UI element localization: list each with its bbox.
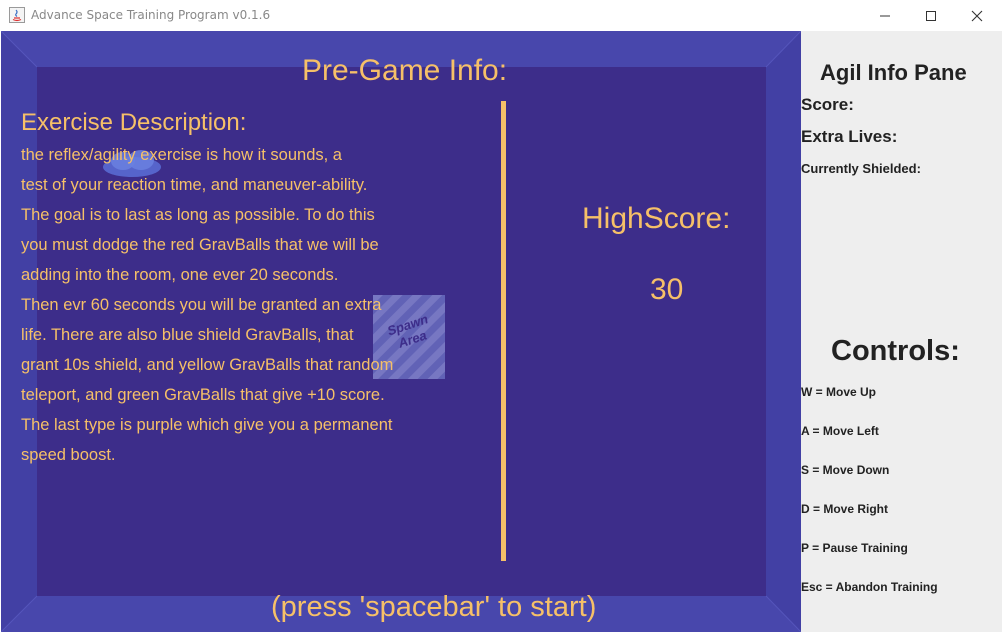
control-move-up: W = Move Up	[801, 385, 877, 399]
close-icon	[971, 10, 983, 21]
description-line: the reflex/agility exercise is how it so…	[21, 146, 342, 164]
control-move-down: S = Move Down	[801, 463, 890, 477]
java-app-icon	[9, 7, 25, 23]
description-line: The goal is to last as long as possible.…	[21, 206, 375, 224]
highscore-label: HighScore:	[582, 202, 731, 235]
control-pause: P = Pause Training	[801, 541, 908, 555]
description-line: teleport, and green GravBalls that give …	[21, 386, 385, 404]
control-move-right: D = Move Right	[801, 502, 889, 516]
description-line: test of your reaction time, and maneuver…	[21, 176, 368, 194]
description-line: adding into the room, one ever 20 second…	[21, 266, 339, 284]
maximize-icon	[926, 10, 936, 21]
minimize-icon	[880, 15, 890, 16]
pane-title: Agil Info Pane	[820, 60, 967, 85]
extra-lives-label: Extra Lives:	[801, 127, 898, 146]
description-line: speed boost.	[21, 446, 116, 464]
minimize-button[interactable]	[862, 0, 908, 31]
description-line: grant 10s shield, and yellow GravBalls t…	[21, 356, 394, 374]
window-title: Advance Space Training Program v0.1.6	[31, 8, 271, 22]
highscore-value: 30	[650, 273, 684, 306]
close-button[interactable]	[954, 0, 1000, 31]
info-pane: Agil Info Pane Score: Extra Lives: Curre…	[801, 31, 1002, 632]
description-text: the reflex/agility exercise is how it so…	[21, 144, 393, 474]
description-heading: Exercise Description:	[21, 109, 247, 136]
description-line: The last type is purple which give you a…	[21, 416, 393, 434]
control-move-left: A = Move Left	[801, 424, 879, 438]
shielded-label: Currently Shielded:	[801, 161, 921, 176]
pregame-title: Pre-Game Info:	[302, 54, 508, 87]
description-line: you must dodge the red GravBalls that we…	[21, 236, 379, 254]
section-divider	[501, 101, 506, 561]
description-line: Then evr 60 seconds you will be granted …	[21, 296, 382, 314]
control-abandon: Esc = Abandon Training	[801, 580, 938, 594]
maximize-button[interactable]	[908, 0, 954, 31]
score-label: Score:	[801, 95, 854, 114]
press-start-prompt: (press 'spacebar' to start)	[271, 591, 597, 623]
title-bar: Advance Space Training Program v0.1.6	[0, 0, 1002, 31]
game-canvas[interactable]: Spawn Area Pre-Game Info: Exercise Descr…	[1, 31, 801, 632]
controls-title: Controls:	[831, 335, 960, 367]
description-line: life. There are also blue shield GravBal…	[21, 326, 354, 344]
